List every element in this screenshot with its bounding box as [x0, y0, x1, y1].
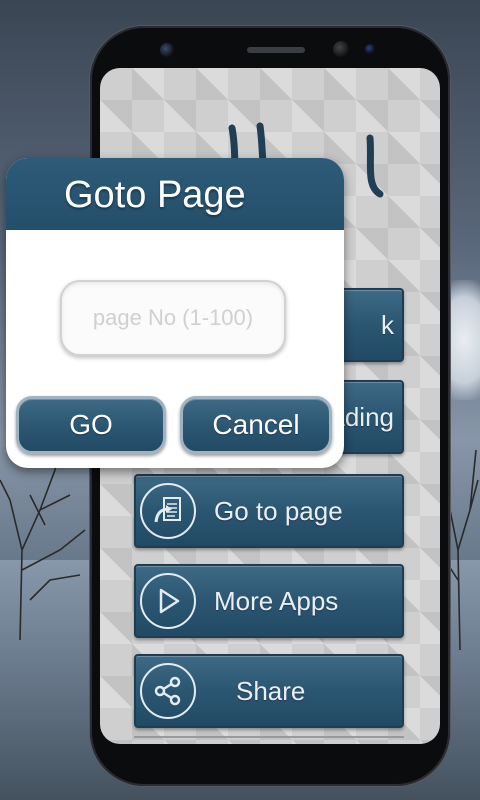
bottom-divider	[134, 736, 404, 738]
earpiece-speaker	[247, 47, 305, 53]
goto-page-icon	[140, 483, 196, 539]
share-button[interactable]: Share	[134, 654, 404, 728]
cancel-button-label: Cancel	[212, 409, 300, 440]
cancel-button[interactable]: Cancel	[180, 396, 332, 454]
more-apps-label: More Apps	[214, 585, 339, 616]
page-number-input[interactable]	[60, 280, 286, 356]
play-icon	[140, 573, 196, 629]
dialog-header: Goto Page	[6, 158, 344, 230]
goto-page-dialog: Goto Page GO Cancel	[6, 158, 344, 468]
sensor-camera-icon	[333, 41, 349, 57]
more-apps-button[interactable]: More Apps	[134, 564, 404, 638]
front-camera-icon	[160, 43, 174, 57]
goto-page-label: Go to page	[214, 495, 343, 526]
goto-page-button[interactable]: Go to page	[134, 474, 404, 548]
share-label: Share	[236, 675, 306, 706]
go-button-label: GO	[69, 409, 113, 440]
dialog-title: Goto Page	[64, 174, 246, 216]
go-button[interactable]: GO	[16, 396, 166, 454]
share-icon	[140, 663, 196, 719]
proximity-sensor-icon	[365, 44, 375, 54]
menu-button-1-label: k	[381, 309, 394, 340]
